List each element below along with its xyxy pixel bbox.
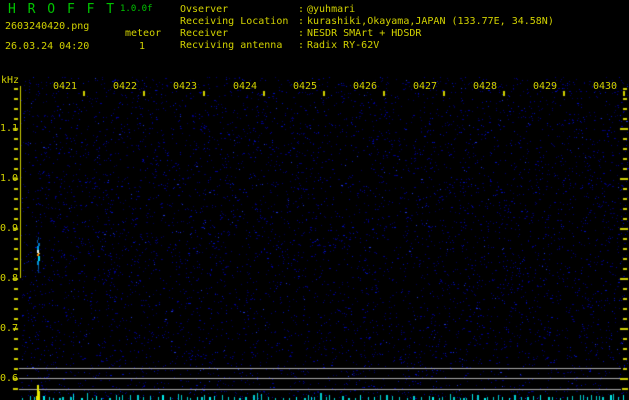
hrofft-screen: H R O F F T 1.0.0f 2603240420.png meteor… bbox=[0, 0, 629, 400]
freq-axis-unit-label: kHz bbox=[1, 75, 20, 86]
info-label: Recviving antenna bbox=[180, 40, 283, 51]
info-label: Ovserver bbox=[180, 4, 229, 15]
app-title: H R O F F T bbox=[8, 2, 117, 17]
info-colon: : bbox=[298, 4, 305, 15]
time-tick-label: 0423 bbox=[173, 81, 198, 92]
meteor-counter-label: meteor bbox=[125, 28, 162, 39]
app-version: 1.0.0f bbox=[120, 4, 153, 14]
freq-tick-label: 0.8 bbox=[0, 273, 19, 284]
info-value: NESDR SMArt + HDSDR bbox=[307, 28, 422, 39]
capture-timestamp: 26.03.24 04:20 bbox=[5, 41, 90, 52]
freq-tick-label: 1.0 bbox=[0, 173, 19, 184]
time-tick-label: 0421 bbox=[53, 81, 78, 92]
freq-tick-label: 0.7 bbox=[0, 323, 19, 334]
info-value: Radix RY-62V bbox=[307, 40, 380, 51]
time-tick-label: 0425 bbox=[293, 81, 318, 92]
time-tick-label: 0430 bbox=[593, 81, 618, 92]
info-row-location: Receiving Location: kurashiki,Okayama,JAP… bbox=[180, 16, 554, 28]
freq-tick-label: 1.1 bbox=[0, 123, 19, 134]
info-row-antenna: Recviving antenna: Radix RY-62V bbox=[180, 40, 554, 52]
time-tick-label: 0422 bbox=[113, 81, 138, 92]
time-tick-label: 0427 bbox=[413, 81, 438, 92]
spectrogram-canvas bbox=[0, 0, 629, 400]
time-tick-label: 0428 bbox=[473, 81, 498, 92]
info-value: kurashiki,Okayama,JAPAN (133.77E, 34.58N… bbox=[307, 16, 554, 27]
info-label: Receiver bbox=[180, 28, 229, 39]
freq-tick-label: 0.9 bbox=[0, 223, 19, 234]
info-colon: : bbox=[298, 40, 305, 51]
time-tick-label: 0426 bbox=[353, 81, 378, 92]
info-row-receiver: Receiver: NESDR SMArt + HDSDR bbox=[180, 28, 554, 40]
info-row-observer: Ovserver: @yuhmari bbox=[180, 4, 554, 16]
meteor-counter-value: 1 bbox=[139, 41, 146, 52]
freq-tick-label: 0.6 bbox=[0, 373, 19, 384]
info-colon: : bbox=[298, 28, 305, 39]
time-tick-label: 0424 bbox=[233, 81, 258, 92]
station-info: Ovserver: @yuhmari Receiving Location: kur… bbox=[180, 4, 554, 52]
time-tick-label: 0429 bbox=[533, 81, 558, 92]
output-filename: 2603240420.png bbox=[5, 21, 90, 32]
info-label: Receiving Location bbox=[180, 16, 289, 27]
info-colon: : bbox=[298, 16, 305, 27]
info-value: @yuhmari bbox=[307, 4, 356, 15]
